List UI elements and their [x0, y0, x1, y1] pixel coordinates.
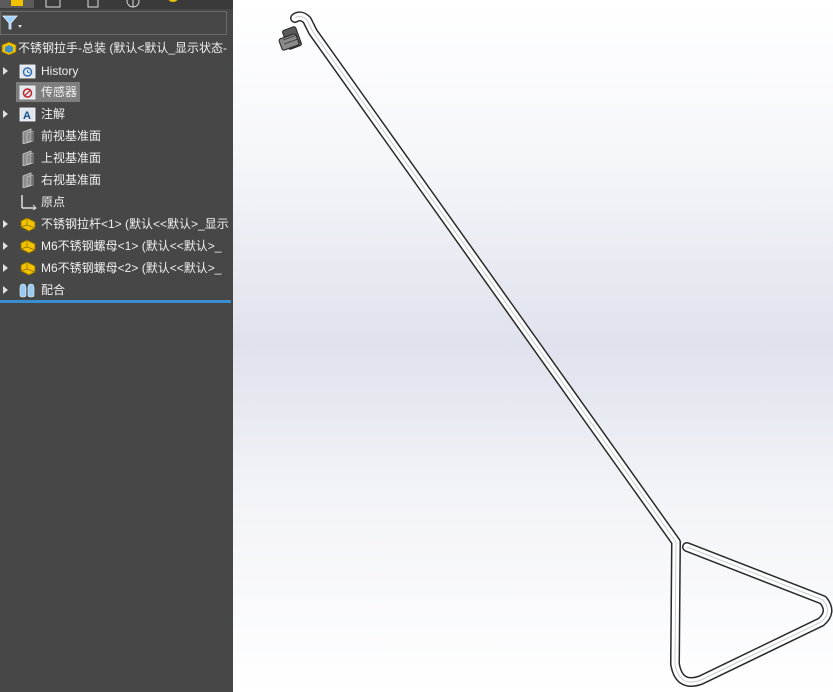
- tree-item-label: 右视基准面: [41, 173, 102, 187]
- chevron-right-icon: [205, 0, 225, 8]
- dimxpert-icon: [126, 0, 140, 8]
- expand-arrow-icon[interactable]: [3, 220, 8, 228]
- tree-item-origin[interactable]: 原点: [0, 192, 233, 212]
- rod-body: [291, 12, 831, 686]
- tab-feature-manager[interactable]: [0, 0, 34, 8]
- tree-item-label: History: [41, 64, 79, 78]
- expand-arrow-icon[interactable]: [3, 264, 8, 272]
- annotation-icon: A: [19, 107, 36, 122]
- origin-icon: [21, 195, 37, 210]
- assembly-icon: [1, 41, 17, 56]
- tree-item-label: 前视基准面: [41, 129, 102, 143]
- configuration-manager-icon: [87, 0, 99, 8]
- expand-arrow-icon[interactable]: [3, 286, 8, 294]
- tree-item-mates[interactable]: 配合: [0, 280, 233, 300]
- filter-icon[interactable]: [1, 12, 25, 34]
- tree-filter-bar[interactable]: [0, 11, 227, 35]
- part-icon: [20, 239, 36, 254]
- tree-item-label: 配合: [41, 283, 66, 297]
- tab-configuration-manager[interactable]: [76, 0, 110, 8]
- tree-item-part-rod[interactable]: 不锈钢拉杆<1> (默认<<默认>_显示: [0, 214, 233, 234]
- tree-item-top-plane[interactable]: 上视基准面: [0, 148, 233, 168]
- part-icon: [20, 217, 36, 232]
- feature-manager-panel: 不锈钢拉手-总装 (默认<默认_显示状态- History 传感器 A 注解 前…: [0, 0, 233, 692]
- tree-item-label: 上视基准面: [41, 151, 102, 165]
- tree-item-label: 原点: [41, 195, 66, 209]
- expand-arrow-icon[interactable]: [3, 242, 8, 250]
- tree-item-right-plane[interactable]: 右视基准面: [0, 170, 233, 190]
- tree-root-assembly[interactable]: 不锈钢拉手-总装 (默认<默认_显示状态-: [0, 38, 233, 58]
- tab-more[interactable]: [205, 0, 233, 8]
- sensor-icon: [19, 85, 36, 100]
- tree-item-label: 传感器: [41, 85, 78, 99]
- svg-text:A: A: [23, 110, 31, 122]
- tab-dimxpert-manager[interactable]: [116, 0, 150, 8]
- history-icon: [19, 64, 36, 79]
- plane-icon: [22, 128, 34, 144]
- part-icon: [20, 261, 36, 276]
- plane-icon: [22, 150, 34, 166]
- expand-arrow-icon[interactable]: [3, 67, 8, 75]
- tree-item-history[interactable]: History: [0, 61, 233, 81]
- tree-item-front-plane[interactable]: 前视基准面: [0, 126, 233, 146]
- handle-model[interactable]: [233, 0, 833, 692]
- tree-root-label: 不锈钢拉手-总装 (默认<默认_显示状态-: [18, 41, 228, 55]
- display-manager-icon: [168, 0, 178, 2]
- tree-rollback-bar[interactable]: [0, 300, 231, 303]
- nut-assembly[interactable]: [278, 26, 302, 51]
- tree-item-label: M6不锈钢螺母<2> (默认<<默认>_: [41, 261, 222, 275]
- expand-arrow-icon[interactable]: [3, 110, 8, 118]
- tab-display-manager[interactable]: [156, 0, 190, 8]
- tree-item-label: 不锈钢拉杆<1> (默认<<默认>_显示: [41, 217, 229, 231]
- mates-icon: [19, 283, 35, 298]
- tree-item-sensors[interactable]: 传感器: [0, 82, 233, 102]
- manager-tabs: [0, 0, 233, 9]
- feature-manager-icon: [11, 0, 23, 6]
- tab-property-manager[interactable]: [36, 0, 70, 8]
- property-manager-icon: [45, 0, 61, 8]
- tree-item-part-nut-2[interactable]: M6不锈钢螺母<2> (默认<<默认>_: [0, 258, 233, 278]
- tree-item-label: M6不锈钢螺母<1> (默认<<默认>_: [41, 239, 222, 253]
- tree-item-part-nut-1[interactable]: M6不锈钢螺母<1> (默认<<默认>_: [0, 236, 233, 256]
- tree-item-label: 注解: [41, 107, 66, 121]
- tree-item-annotations[interactable]: A 注解: [0, 104, 233, 124]
- graphics-viewport[interactable]: [233, 0, 833, 692]
- plane-icon: [22, 172, 34, 188]
